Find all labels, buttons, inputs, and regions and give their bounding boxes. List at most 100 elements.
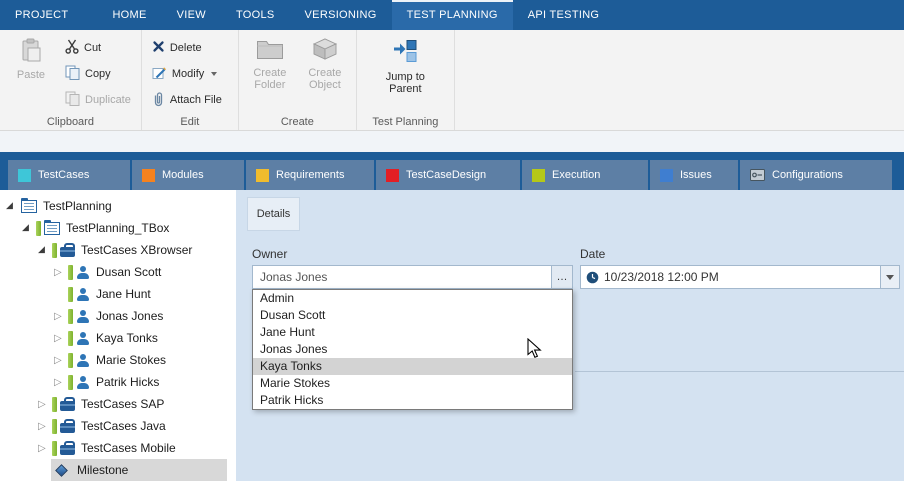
ellipsis-button[interactable]: … bbox=[551, 266, 572, 288]
menu-api-testing[interactable]: API TESTING bbox=[513, 0, 615, 30]
tree-item-testcases-java[interactable]: ▷ TestCases Java bbox=[0, 415, 236, 437]
configurations-icon bbox=[750, 169, 765, 181]
module-tab-testcases[interactable]: TestCases bbox=[8, 160, 130, 190]
module-tab-configurations[interactable]: Configurations bbox=[740, 160, 892, 190]
module-tab-label: Modules bbox=[162, 169, 204, 181]
expander-icon[interactable]: ▷ bbox=[54, 333, 67, 344]
ribbon-group-test-planning: Jump to Parent Test Planning bbox=[357, 30, 455, 130]
expander-icon[interactable]: ◢ bbox=[22, 223, 35, 233]
tree-item-testcases-mobile[interactable]: ▷ TestCases Mobile bbox=[0, 437, 236, 459]
dropdown-option-kaya-tonks[interactable]: Kaya Tonks bbox=[253, 358, 572, 375]
owner-dropdown-list: Admin Dusan Scott Jane Hunt Jonas Jones … bbox=[252, 289, 573, 410]
create-folder-icon bbox=[256, 38, 284, 64]
dropdown-option-admin[interactable]: Admin bbox=[253, 290, 572, 307]
jump-to-parent-label: Jump to Parent bbox=[377, 71, 433, 96]
create-object-cube-icon bbox=[312, 38, 338, 64]
duplicate-button[interactable]: Duplicate bbox=[61, 89, 135, 111]
module-tab-testcasedesign[interactable]: TestCaseDesign bbox=[376, 160, 520, 190]
project-tree: ◢ TestPlanning ◢ TestPlanning_TBox ◢ Tes… bbox=[0, 190, 236, 481]
module-tab-modules[interactable]: Modules bbox=[132, 160, 244, 190]
tree-item-dusan-scott[interactable]: ▷ Dusan Scott bbox=[0, 261, 236, 283]
tree-item-jane-hunt[interactable]: Jane Hunt bbox=[0, 283, 236, 305]
menu-versioning[interactable]: VERSIONING bbox=[290, 0, 392, 30]
expander-icon[interactable]: ▷ bbox=[38, 421, 51, 432]
dropdown-option-marie-stokes[interactable]: Marie Stokes bbox=[253, 375, 572, 392]
dropdown-option-jane-hunt[interactable]: Jane Hunt bbox=[253, 324, 572, 341]
mouse-cursor bbox=[527, 338, 542, 364]
attach-paperclip-icon bbox=[152, 91, 165, 110]
menu-test-planning[interactable]: TEST PLANNING bbox=[392, 0, 513, 30]
attach-file-button[interactable]: Attach File bbox=[148, 89, 226, 111]
modify-button[interactable]: Modify bbox=[148, 63, 226, 85]
ribbon-lower-strip bbox=[0, 131, 904, 152]
owner-combobox[interactable]: Jonas Jones … bbox=[252, 265, 573, 289]
tree-item-patrik-hicks[interactable]: ▷ Patrik Hicks bbox=[0, 371, 236, 393]
date-dropdown-button[interactable] bbox=[880, 266, 899, 288]
module-tab-requirements[interactable]: Requirements bbox=[246, 160, 374, 190]
tree-item-jonas-jones[interactable]: ▷ Jonas Jones bbox=[0, 305, 236, 327]
date-picker[interactable]: 10/23/2018 12:00 PM bbox=[580, 265, 900, 289]
duplicate-icon bbox=[65, 91, 80, 109]
person-icon bbox=[77, 288, 90, 301]
module-tab-label: TestCases bbox=[38, 169, 89, 181]
testcase-bag-icon bbox=[60, 423, 75, 433]
expander-icon[interactable]: ◢ bbox=[38, 245, 51, 255]
menu-tools[interactable]: TOOLS bbox=[221, 0, 290, 30]
tree-item-testplanning-tbox[interactable]: ◢ TestPlanning_TBox bbox=[0, 217, 236, 239]
modify-dropdown-arrow-icon[interactable] bbox=[211, 72, 217, 76]
module-tab-label: Configurations bbox=[772, 169, 843, 181]
tree-item-label: TestCases Mobile bbox=[81, 441, 176, 455]
menu-view[interactable]: VIEW bbox=[162, 0, 221, 30]
tree-item-marie-stokes[interactable]: ▷ Marie Stokes bbox=[0, 349, 236, 371]
expander-icon[interactable]: ▷ bbox=[54, 267, 67, 278]
tab-details[interactable]: Details bbox=[247, 197, 300, 231]
module-tab-label: Requirements bbox=[276, 169, 344, 181]
paste-button[interactable]: Paste bbox=[6, 34, 56, 114]
tree-item-label: TestPlanning_TBox bbox=[66, 221, 169, 235]
person-icon bbox=[77, 354, 90, 367]
module-tab-issues[interactable]: Issues bbox=[650, 160, 738, 190]
expander-icon[interactable]: ▷ bbox=[54, 355, 67, 366]
tree-item-label: Patrik Hicks bbox=[96, 375, 159, 389]
tree-item-testcases-xbrowser[interactable]: ◢ TestCases XBrowser bbox=[0, 239, 236, 261]
dropdown-option-jonas-jones[interactable]: Jonas Jones bbox=[253, 341, 572, 358]
expander-icon[interactable]: ▷ bbox=[38, 443, 51, 454]
cut-button[interactable]: Cut bbox=[61, 37, 135, 59]
menu-project[interactable]: PROJECT bbox=[0, 0, 83, 30]
expander-icon[interactable]: ▷ bbox=[38, 399, 51, 410]
expander-icon[interactable]: ▷ bbox=[54, 377, 67, 388]
create-object-button[interactable]: Create Object bbox=[300, 34, 350, 114]
expander-icon[interactable]: ▷ bbox=[54, 311, 67, 322]
attach-file-label: Attach File bbox=[170, 94, 222, 106]
dropdown-option-patrik-hicks[interactable]: Patrik Hicks bbox=[253, 392, 572, 409]
tree-item-kaya-tonks[interactable]: ▷ Kaya Tonks bbox=[0, 327, 236, 349]
copy-button[interactable]: Copy bbox=[61, 63, 135, 85]
modules-icon bbox=[142, 169, 155, 182]
create-folder-button[interactable]: Create Folder bbox=[245, 34, 295, 114]
green-bar bbox=[68, 375, 73, 390]
create-object-label: Create Object bbox=[300, 67, 350, 92]
module-tab-label: Issues bbox=[680, 169, 712, 181]
green-bar bbox=[52, 397, 57, 412]
person-icon bbox=[77, 376, 90, 389]
tree-item-milestone[interactable]: Milestone bbox=[0, 459, 236, 481]
expander-icon[interactable]: ◢ bbox=[6, 201, 19, 211]
testcase-bag-icon bbox=[60, 247, 75, 257]
green-bar bbox=[52, 441, 57, 456]
jump-to-parent-button[interactable]: Jump to Parent bbox=[377, 34, 433, 114]
requirements-icon bbox=[256, 169, 269, 182]
green-bar bbox=[68, 309, 73, 324]
delete-button[interactable]: Delete bbox=[148, 37, 226, 59]
duplicate-label: Duplicate bbox=[85, 94, 131, 106]
green-bar bbox=[52, 243, 57, 258]
module-tab-execution[interactable]: Execution bbox=[522, 160, 648, 190]
ribbon-group-create: Create Folder Create Object Create bbox=[239, 30, 357, 130]
tree-item-testcases-sap[interactable]: ▷ TestCases SAP bbox=[0, 393, 236, 415]
dropdown-option-dusan-scott[interactable]: Dusan Scott bbox=[253, 307, 572, 324]
clipboard-icon bbox=[20, 38, 42, 66]
tree-item-testplanning[interactable]: ◢ TestPlanning bbox=[0, 195, 236, 217]
create-folder-label: Create Folder bbox=[245, 67, 295, 92]
ribbon-group-clipboard: Paste Cut Copy bbox=[0, 30, 142, 130]
tree-item-label: TestCases Java bbox=[81, 419, 166, 433]
menu-home[interactable]: HOME bbox=[97, 0, 161, 30]
